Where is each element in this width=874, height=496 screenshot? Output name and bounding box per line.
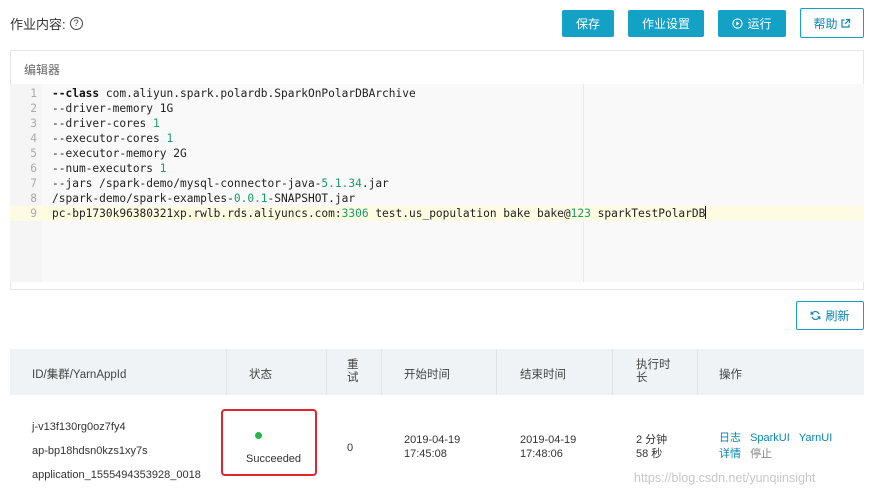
- cluster-id[interactable]: ap-bp18hdsn0kzs1xy7s: [32, 444, 148, 458]
- sparkui-link[interactable]: SparkUI: [750, 432, 790, 444]
- code-line[interactable]: 2 --driver-memory 1G: [10, 101, 864, 116]
- code-text[interactable]: --jars /spark-demo/mysql-connector-java-…: [52, 176, 389, 191]
- retry-count: 0: [347, 442, 354, 454]
- help-label: 帮助: [813, 16, 838, 31]
- column-header-duration: 执行时长: [636, 359, 671, 384]
- line-number: 9: [30, 207, 37, 220]
- editor-label: 编辑器: [24, 63, 61, 77]
- column-header-id: ID/集群/YarnAppId: [32, 369, 127, 381]
- log-link[interactable]: 日志: [719, 432, 741, 444]
- line-number: 6: [30, 162, 37, 175]
- job-content-label: 作业内容: ?: [10, 14, 83, 33]
- job-settings-button[interactable]: 作业设置: [628, 10, 704, 37]
- code-text[interactable]: --num-executors 1: [52, 161, 167, 176]
- text-cursor: [705, 206, 707, 219]
- status-highlight-box: [221, 409, 317, 476]
- refresh-icon: [810, 310, 821, 321]
- code-text[interactable]: --driver-memory 1G: [52, 101, 173, 116]
- yarn-app-id[interactable]: application_1555494353928_0018: [32, 468, 201, 482]
- code-text[interactable]: --class com.aliyun.spark.polardb.SparkOn…: [52, 86, 416, 101]
- code-line[interactable]: 3 --driver-cores 1: [10, 116, 864, 131]
- run-label: 运行: [747, 17, 772, 31]
- code-text[interactable]: --driver-cores 1: [52, 116, 160, 131]
- line-number: 2: [30, 102, 37, 115]
- column-header-status: 状态: [249, 369, 272, 381]
- code-lines[interactable]: 1 --class com.aliyun.spark.polardb.SparkO…: [10, 84, 864, 282]
- code-text[interactable]: --executor-memory 2G: [52, 146, 187, 161]
- duration-minutes: 2 分钟: [636, 434, 668, 446]
- code-line[interactable]: 1 --class com.aliyun.spark.polardb.SparkO…: [10, 86, 864, 101]
- line-number: 8: [30, 192, 37, 205]
- column-header-end-time: 结束时间: [520, 369, 566, 381]
- line-number: 3: [30, 117, 37, 130]
- code-text[interactable]: pc-bp1730k96380321xp.rwlb.rds.aliyuncs.c…: [52, 206, 707, 221]
- refresh-button[interactable]: 刷新: [796, 301, 864, 330]
- job-content-title: 作业内容:: [10, 17, 66, 32]
- column-header-retry: 重试: [347, 359, 359, 384]
- run-button[interactable]: 运行: [718, 10, 786, 37]
- external-link-icon: [840, 18, 851, 29]
- detail-link[interactable]: 详情: [719, 448, 741, 460]
- help-button[interactable]: 帮助: [800, 8, 864, 38]
- start-date: 2019-04-19: [404, 434, 461, 446]
- code-line[interactable]: 7 --jars /spark-demo/mysql-connector-java…: [10, 176, 864, 191]
- actions-row-2: 详情 停止: [719, 447, 772, 461]
- code-line[interactable]: 9 pc-bp1730k96380321xp.rwlb.rds.aliyuncs.…: [10, 206, 864, 221]
- column-header-actions: 操作: [719, 369, 742, 381]
- code-line[interactable]: 8/spark-demo/spark-examples-0.0.1-SNAPSH…: [10, 191, 864, 206]
- job-id[interactable]: j-v13f130rg0oz7fy4: [32, 420, 126, 434]
- line-number: 1: [30, 87, 37, 100]
- code-text[interactable]: /spark-demo/spark-examples-0.0.1-SNAPSHO…: [52, 191, 355, 206]
- play-icon: [732, 18, 744, 29]
- save-button[interactable]: 保存: [562, 10, 614, 37]
- start-time: 17:45:08: [404, 448, 447, 460]
- yarnui-link[interactable]: YarnUI: [799, 432, 832, 444]
- end-time: 17:48:06: [520, 448, 563, 460]
- help-circle-icon[interactable]: ?: [69, 17, 83, 30]
- code-line[interactable]: 5 --executor-memory 2G: [10, 146, 864, 161]
- line-number: 7: [30, 177, 37, 190]
- end-date: 2019-04-19: [520, 434, 577, 446]
- line-number: 4: [30, 132, 37, 145]
- actions-row-1: 日志 SparkUI YarnUI: [719, 431, 832, 445]
- code-line[interactable]: 6 --num-executors 1: [10, 161, 864, 176]
- refresh-label: 刷新: [825, 309, 850, 323]
- duration-seconds: 58 秒: [636, 448, 663, 460]
- line-number: 5: [30, 147, 37, 160]
- code-line[interactable]: 4 --executor-cores 1: [10, 131, 864, 146]
- stop-action[interactable]: 停止: [750, 448, 772, 460]
- watermark: https://blog.csdn.net/yunqiinsight: [634, 471, 816, 485]
- code-text[interactable]: --executor-cores 1: [52, 131, 173, 146]
- column-header-start-time: 开始时间: [404, 369, 450, 381]
